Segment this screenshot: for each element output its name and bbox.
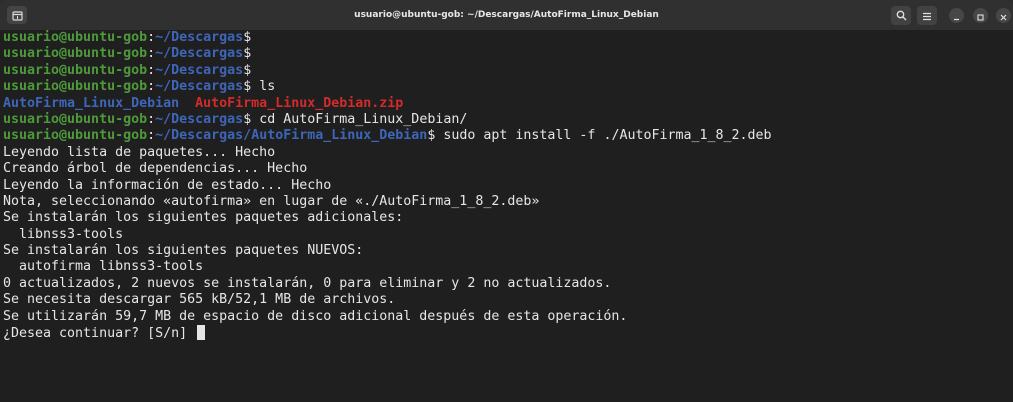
prompt-colon: : — [147, 111, 156, 127]
command-text: sudo apt install -f ./AutoFirma_1_8_2.de… — [435, 128, 772, 144]
output-line: Nota, seleccionando «autofirma» en lugar… — [3, 193, 540, 209]
terminal-window: usuario@ubuntu-gob: ~/Descargas/AutoFirm… — [0, 0, 1013, 402]
prompt-symbol: $ — [243, 62, 252, 78]
close-icon — [1000, 6, 1007, 25]
new-tab-icon — [11, 6, 23, 25]
search-button[interactable] — [891, 6, 911, 25]
prompt-line: usuario@ubuntu-gob:~/Descargas/AutoFirma… — [3, 128, 1013, 144]
prompt-line: usuario@ubuntu-gob:~/Descargas$ — [3, 63, 1013, 79]
output-line: libnss3-tools — [3, 226, 124, 242]
output-line: Leyendo la información de estado... Hech… — [3, 177, 332, 193]
prompt-colon: : — [147, 79, 156, 95]
prompt-symbol: $ — [243, 30, 252, 45]
minimize-icon — [953, 6, 960, 25]
command-text: cd AutoFirma_Linux_Debian/ — [251, 111, 468, 127]
prompt-user: usuario@ubuntu-gob — [3, 62, 148, 78]
ls-zip-entry: AutoFirma_Linux_Debian.zip — [195, 95, 404, 111]
title-bar[interactable]: usuario@ubuntu-gob: ~/Descargas/AutoFirm… — [0, 0, 1013, 30]
prompt-path: ~/Descargas — [155, 62, 244, 78]
output-line: Se instalarán los siguientes paquetes NU… — [3, 243, 364, 259]
output-line: Creando árbol de dependencias... Hecho — [3, 161, 308, 177]
ls-directory-entry: AutoFirma_Linux_Debian — [3, 95, 180, 111]
prompt-symbol: $ — [243, 111, 252, 127]
prompt-line: usuario@ubuntu-gob:~/Descargas$ cd AutoF… — [3, 112, 1013, 128]
hamburger-menu-icon — [922, 6, 932, 25]
output-line: autofirma libnss3-tools — [3, 259, 204, 275]
text-cursor — [197, 325, 206, 341]
prompt-path: ~/Descargas — [155, 111, 244, 127]
prompt-line: usuario@ubuntu-gob:~/Descargas$ — [3, 46, 1013, 62]
output-line: 0 actualizados, 2 nuevos se instalarán, … — [3, 275, 612, 291]
search-icon — [896, 6, 907, 25]
maximize-icon — [977, 6, 984, 25]
output-line: Leyendo lista de paquetes... Hecho — [3, 144, 276, 160]
prompt-path: ~/Descargas — [155, 30, 244, 45]
prompt-user: usuario@ubuntu-gob — [3, 79, 148, 95]
output-line: Se necesita descargar 565 kB/52,1 MB de … — [3, 292, 396, 308]
close-button[interactable] — [996, 8, 1011, 23]
prompt-path: ~/Descargas — [155, 79, 244, 95]
output-line: Se instalarán los siguientes paquetes ad… — [3, 210, 404, 226]
new-tab-button[interactable] — [7, 6, 27, 24]
prompt-line: usuario@ubuntu-gob:~/Descargas$ ls — [3, 79, 1013, 95]
prompt-colon: : — [147, 46, 156, 62]
confirm-prompt-line[interactable]: ¿Desea continuar? [S/n] — [3, 325, 1013, 341]
maximize-button[interactable] — [973, 8, 988, 23]
ls-output-line: AutoFirma_Linux_Debian AutoFirma_Linux_D… — [3, 96, 1013, 112]
command-text: ls — [251, 79, 276, 95]
prompt-colon: : — [147, 62, 156, 78]
prompt-user: usuario@ubuntu-gob — [3, 30, 148, 45]
prompt-symbol: $ — [243, 46, 252, 62]
confirm-question: ¿Desea continuar? [S/n] — [3, 326, 196, 342]
prompt-colon: : — [147, 30, 156, 45]
prompt-user: usuario@ubuntu-gob — [3, 128, 148, 144]
window-title: usuario@ubuntu-gob: ~/Descargas/AutoFirm… — [354, 10, 659, 20]
prompt-colon: : — [147, 128, 156, 144]
prompt-path: ~/Descargas — [155, 46, 244, 62]
prompt-symbol: $ — [243, 79, 252, 95]
prompt-path: ~/Descargas/AutoFirma_Linux_Debian — [155, 128, 428, 144]
menu-button[interactable] — [917, 6, 937, 25]
terminal-output[interactable]: usuario@ubuntu-gob:~/Descargas$ usuario@… — [0, 30, 1013, 402]
output-line: Se utilizarán 59,7 MB de espacio de disc… — [3, 308, 628, 324]
minimize-button[interactable] — [949, 8, 964, 23]
prompt-user: usuario@ubuntu-gob — [3, 111, 148, 127]
prompt-user: usuario@ubuntu-gob — [3, 46, 148, 62]
prompt-line: usuario@ubuntu-gob:~/Descargas$ — [3, 30, 1013, 46]
